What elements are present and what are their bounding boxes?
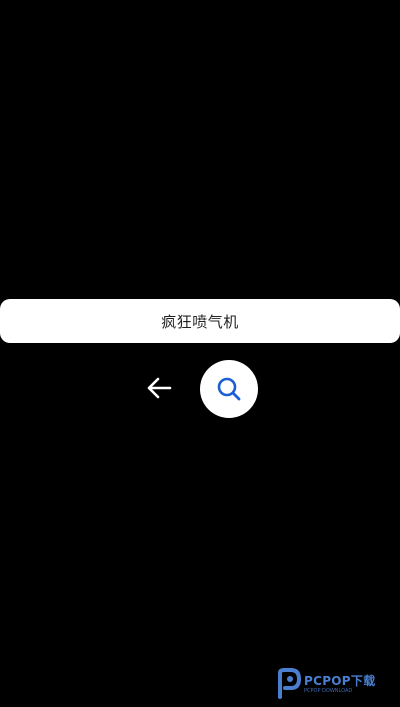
search-query[interactable]: 疯狂喷气机 <box>161 311 239 332</box>
search-bar[interactable]: 疯狂喷气机 <box>0 299 400 343</box>
pcpop-logo-icon <box>278 668 301 699</box>
magnifier-icon <box>217 377 241 401</box>
watermark: PCPOP下载 PCPOP DOWNLOAD <box>276 667 376 701</box>
screen: 疯狂喷气机 PCPOP下载 PCPOP DOWNLOAD <box>0 0 400 707</box>
watermark-sub: PCPOP DOWNLOAD <box>304 688 353 694</box>
search-button[interactable] <box>200 360 258 418</box>
watermark-brand: PCPOP下载 <box>304 674 376 688</box>
arrow-left-icon <box>147 377 172 399</box>
back-button[interactable] <box>143 372 175 404</box>
